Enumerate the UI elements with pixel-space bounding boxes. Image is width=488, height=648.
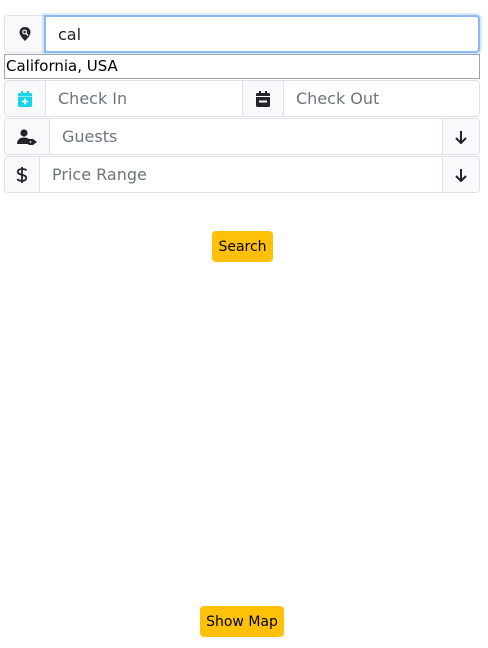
calendar-plus-icon [18, 90, 32, 107]
search-button[interactable]: Search [212, 231, 273, 262]
guests-group: Guests [4, 118, 480, 155]
check-in-input[interactable]: Check In [46, 81, 243, 116]
arrow-down-icon [455, 168, 467, 182]
check-out-placeholder: Check Out [296, 89, 380, 108]
guests-placeholder: Guests [62, 127, 118, 146]
location-search-group: cal [4, 15, 480, 53]
price-addon [5, 157, 40, 192]
map-pin-search-icon [17, 26, 33, 42]
calendar-icon [256, 90, 270, 107]
price-range-select[interactable]: Price Range [40, 157, 442, 192]
arrow-down-icon [455, 130, 467, 144]
guests-addon [5, 119, 50, 154]
location-suggestion-item[interactable]: California, USA [4, 54, 480, 79]
price-dropdown-button[interactable] [442, 157, 479, 192]
guests-dropdown-button[interactable] [442, 119, 479, 154]
price-range-placeholder: Price Range [52, 165, 147, 184]
location-search-value: cal [58, 24, 82, 44]
check-in-addon [5, 81, 46, 116]
show-map-button[interactable]: Show Map [200, 606, 284, 637]
check-out-input[interactable]: Check Out [284, 81, 479, 116]
price-range-group: Price Range [4, 156, 480, 193]
location-search-addon [4, 15, 44, 53]
location-search-input[interactable]: cal [44, 15, 480, 53]
guests-select[interactable]: Guests [50, 119, 442, 154]
dates-group: Check In Check Out [4, 80, 480, 117]
user-tag-icon [16, 128, 38, 145]
check-out-addon [243, 81, 284, 116]
dollar-icon [16, 166, 28, 184]
check-in-placeholder: Check In [58, 89, 128, 108]
